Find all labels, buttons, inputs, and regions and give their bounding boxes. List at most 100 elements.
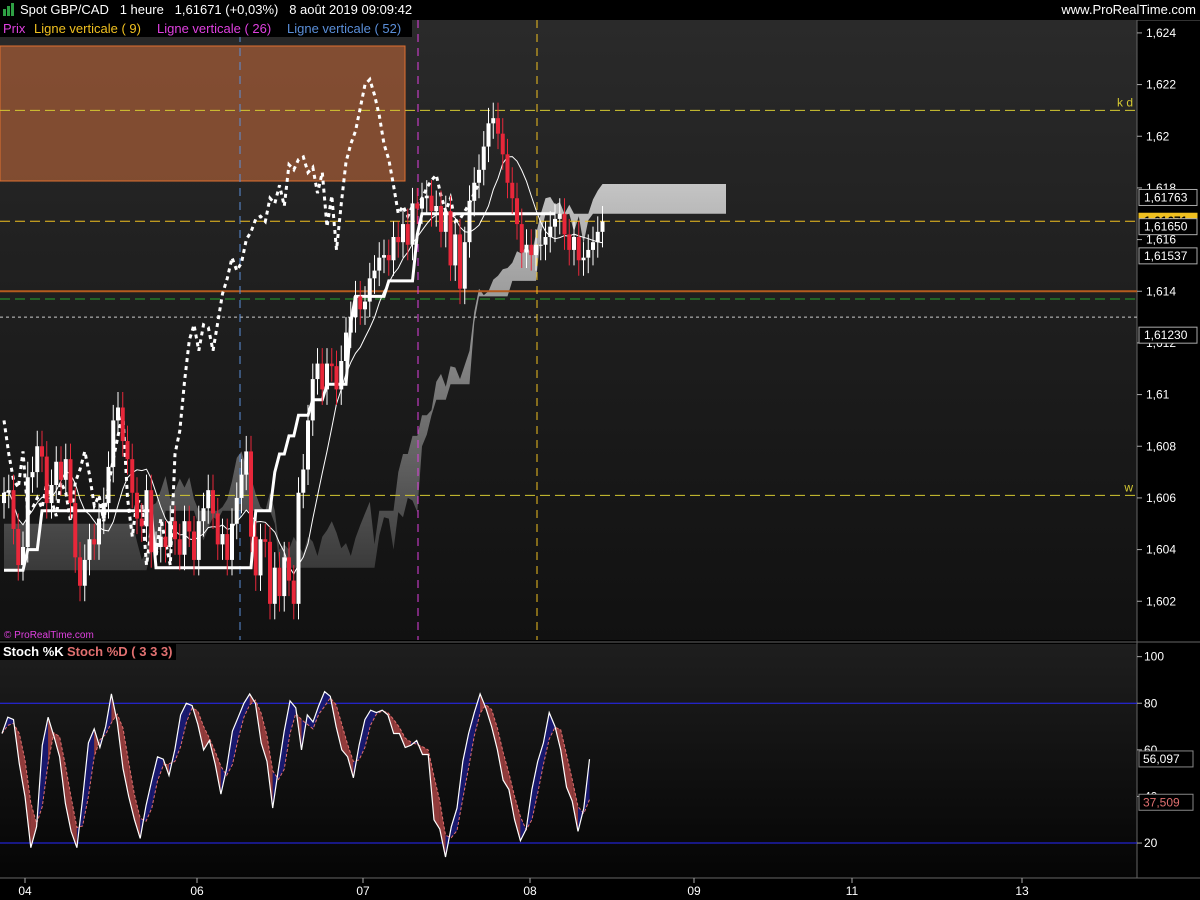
candle-body[interactable] (187, 521, 192, 532)
candle-body[interactable] (54, 461, 59, 485)
candle-body[interactable] (144, 490, 149, 527)
candle-body[interactable] (367, 278, 372, 302)
candle-body[interactable] (405, 224, 410, 245)
candle-body[interactable] (268, 541, 272, 604)
candle-body[interactable] (306, 420, 310, 470)
candle-body[interactable] (2, 492, 6, 504)
candle-body[interactable] (63, 459, 68, 480)
candle-body[interactable] (49, 485, 54, 504)
candle-body[interactable] (59, 461, 63, 480)
candle-body[interactable] (382, 255, 386, 258)
candle-body[interactable] (272, 567, 277, 604)
candle-body[interactable] (496, 118, 500, 134)
chart-canvas[interactable]: k dw 1,6241,6221,621,6181,6161,6141,6121… (0, 0, 1200, 900)
candle-body[interactable] (481, 146, 486, 170)
candle-body[interactable] (315, 363, 320, 380)
candle-body[interactable] (310, 379, 315, 421)
candle-body[interactable] (211, 490, 215, 514)
candle-body[interactable] (215, 513, 220, 545)
candle-body[interactable] (515, 198, 519, 225)
candle-body[interactable] (177, 539, 182, 555)
candle-body[interactable] (477, 169, 481, 183)
candle-body[interactable] (97, 518, 101, 545)
candle-body[interactable] (125, 441, 130, 460)
candle-body[interactable] (339, 361, 344, 390)
candle-body[interactable] (40, 446, 44, 457)
candle-body[interactable] (291, 580, 296, 604)
candle-body[interactable] (25, 477, 30, 547)
candle-body[interactable] (548, 226, 553, 237)
candle-body[interactable] (358, 296, 363, 310)
candle-body[interactable] (386, 255, 391, 261)
candle-body[interactable] (277, 567, 282, 597)
candle-body[interactable] (206, 490, 211, 509)
candle-body[interactable] (344, 332, 348, 361)
candle-body[interactable] (334, 366, 339, 390)
candle-body[interactable] (73, 503, 78, 558)
candle-body[interactable] (420, 198, 424, 209)
candle-body[interactable] (510, 182, 515, 199)
candle-body[interactable] (448, 211, 453, 266)
candle-body[interactable] (163, 536, 168, 547)
candle-body[interactable] (249, 451, 253, 537)
candle-body[interactable] (92, 539, 97, 545)
candle-body[interactable] (35, 446, 40, 473)
candle-body[interactable] (320, 363, 325, 390)
candle-body[interactable] (472, 182, 477, 201)
candle-body[interactable] (581, 257, 586, 261)
candle-body[interactable] (239, 474, 244, 498)
candle-body[interactable] (182, 521, 187, 555)
candle-body[interactable] (168, 521, 173, 547)
candle-body[interactable] (562, 213, 567, 235)
candle-body[interactable] (16, 528, 21, 566)
candle-body[interactable] (557, 213, 562, 219)
candle-body[interactable] (78, 557, 82, 586)
candle-body[interactable] (82, 559, 87, 586)
candle-body[interactable] (296, 492, 301, 604)
candle-body[interactable] (443, 211, 448, 232)
candle-body[interactable] (396, 237, 401, 243)
candle-body[interactable] (173, 521, 177, 540)
candle-body[interactable] (135, 492, 139, 519)
candle-body[interactable] (154, 547, 158, 553)
candle-body[interactable] (524, 244, 529, 253)
candle-body[interactable] (458, 234, 462, 289)
candle-body[interactable] (377, 257, 382, 271)
candle-body[interactable] (410, 203, 415, 245)
candle-body[interactable] (301, 469, 306, 493)
candle-body[interactable] (363, 301, 367, 310)
candle-body[interactable] (11, 490, 16, 529)
candle-body[interactable] (567, 234, 572, 250)
candle-body[interactable] (424, 195, 429, 199)
candle-body[interactable] (225, 534, 230, 560)
candle-body[interactable] (348, 317, 353, 333)
candle-body[interactable] (230, 523, 234, 560)
candle-body[interactable] (244, 451, 249, 475)
candle-body[interactable] (192, 531, 196, 560)
candle-body[interactable] (120, 407, 125, 442)
candle-body[interactable] (538, 244, 543, 246)
candle-body[interactable] (591, 242, 595, 250)
candle-body[interactable] (415, 203, 420, 209)
candle-body[interactable] (106, 466, 111, 504)
candle-body[interactable] (253, 536, 258, 576)
candle-body[interactable] (287, 557, 291, 581)
candle-body[interactable] (467, 200, 472, 243)
candle-body[interactable] (462, 242, 467, 289)
candle-body[interactable] (572, 237, 576, 250)
candle-body[interactable] (491, 118, 496, 124)
candle-body[interactable] (158, 536, 163, 547)
candle-body[interactable] (87, 539, 92, 560)
candle-body[interactable] (149, 490, 154, 553)
candle-body[interactable] (595, 231, 600, 243)
candle-body[interactable] (68, 459, 73, 504)
candle-body[interactable] (196, 521, 201, 560)
candle-body[interactable] (21, 547, 25, 566)
candle-body[interactable] (139, 518, 144, 527)
candle-body[interactable] (353, 296, 358, 318)
candle-body[interactable] (453, 234, 458, 266)
candle-body[interactable] (534, 244, 538, 256)
candle-body[interactable] (600, 221, 605, 232)
candle-body[interactable] (372, 270, 377, 279)
candle-body[interactable] (434, 206, 439, 212)
